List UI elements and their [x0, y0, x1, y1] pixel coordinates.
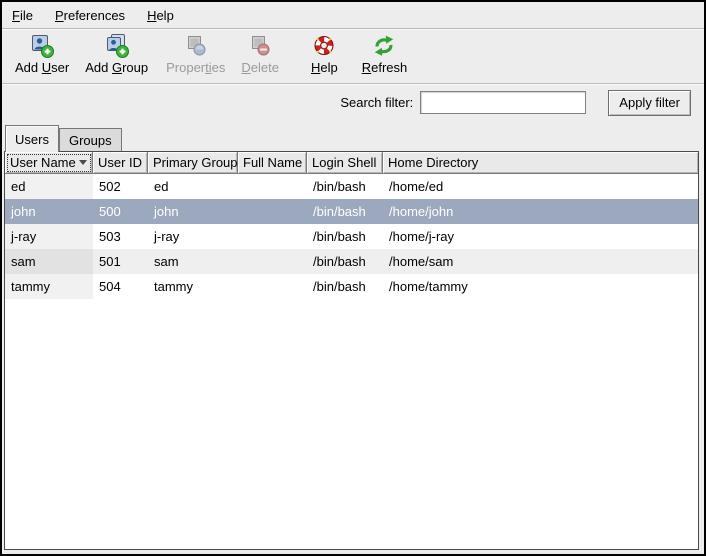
user-manager-window: File Preferences Help Add User — [0, 0, 706, 556]
table-empty-area — [5, 299, 698, 549]
menu-help[interactable]: Help — [139, 5, 182, 26]
sort-down-icon — [79, 160, 87, 165]
help-icon — [311, 33, 337, 60]
add-user-button[interactable]: Add User — [12, 32, 72, 77]
properties-label: Properties — [166, 60, 225, 76]
add-group-label: Add Group — [85, 60, 148, 76]
column-header-full-name[interactable]: Full Name — [238, 152, 307, 174]
column-header-user-name[interactable]: User Name — [5, 152, 93, 174]
tab-groups[interactable]: Groups — [59, 128, 122, 151]
apply-filter-button[interactable]: Apply filter — [608, 90, 691, 116]
table-row-tammy[interactable]: tammy 504 tammy /bin/bash /home/tammy — [5, 274, 698, 299]
delete-icon — [247, 33, 273, 60]
search-filter-row: Search filter: Apply filter — [2, 84, 704, 121]
users-table: User Name User ID Primary Group Full Nam… — [4, 151, 699, 550]
table-header-row: User Name User ID Primary Group Full Nam… — [5, 152, 698, 174]
column-header-user-id[interactable]: User ID — [93, 152, 148, 174]
table-row-ed[interactable]: ed 502 ed /bin/bash /home/ed — [5, 174, 698, 199]
column-header-home-directory[interactable]: Home Directory — [383, 152, 698, 174]
help-button[interactable]: Help — [308, 32, 341, 77]
tab-users[interactable]: Users — [5, 125, 59, 152]
add-user-icon — [29, 33, 55, 60]
refresh-label: Refresh — [362, 60, 408, 76]
toolbar: Add User Add Group — [2, 29, 704, 84]
add-group-icon — [104, 33, 130, 60]
properties-button[interactable]: Properties — [163, 32, 228, 77]
delete-button[interactable]: Delete — [238, 32, 282, 77]
column-header-login-shell[interactable]: Login Shell — [307, 152, 383, 174]
column-header-primary-group[interactable]: Primary Group — [148, 152, 238, 174]
menu-preferences[interactable]: Preferences — [47, 5, 133, 26]
tabstrip: Users Groups — [2, 121, 704, 151]
help-label: Help — [311, 60, 338, 76]
add-group-button[interactable]: Add Group — [82, 32, 151, 77]
properties-icon — [183, 33, 209, 60]
refresh-icon — [371, 33, 397, 60]
delete-label: Delete — [241, 60, 279, 76]
table-row-j-ray[interactable]: j-ray 503 j-ray /bin/bash /home/j-ray — [5, 224, 698, 249]
menubar: File Preferences Help — [2, 2, 704, 29]
search-filter-label: Search filter: — [340, 95, 413, 110]
add-user-label: Add User — [15, 60, 69, 76]
search-filter-input[interactable] — [420, 91, 586, 114]
table-row-john-selected[interactable]: john 500 john /bin/bash /home/john — [5, 199, 698, 224]
refresh-button[interactable]: Refresh — [359, 32, 411, 77]
menu-file[interactable]: File — [4, 5, 41, 26]
table-row-sam[interactable]: sam 501 sam /bin/bash /home/sam — [5, 249, 698, 274]
